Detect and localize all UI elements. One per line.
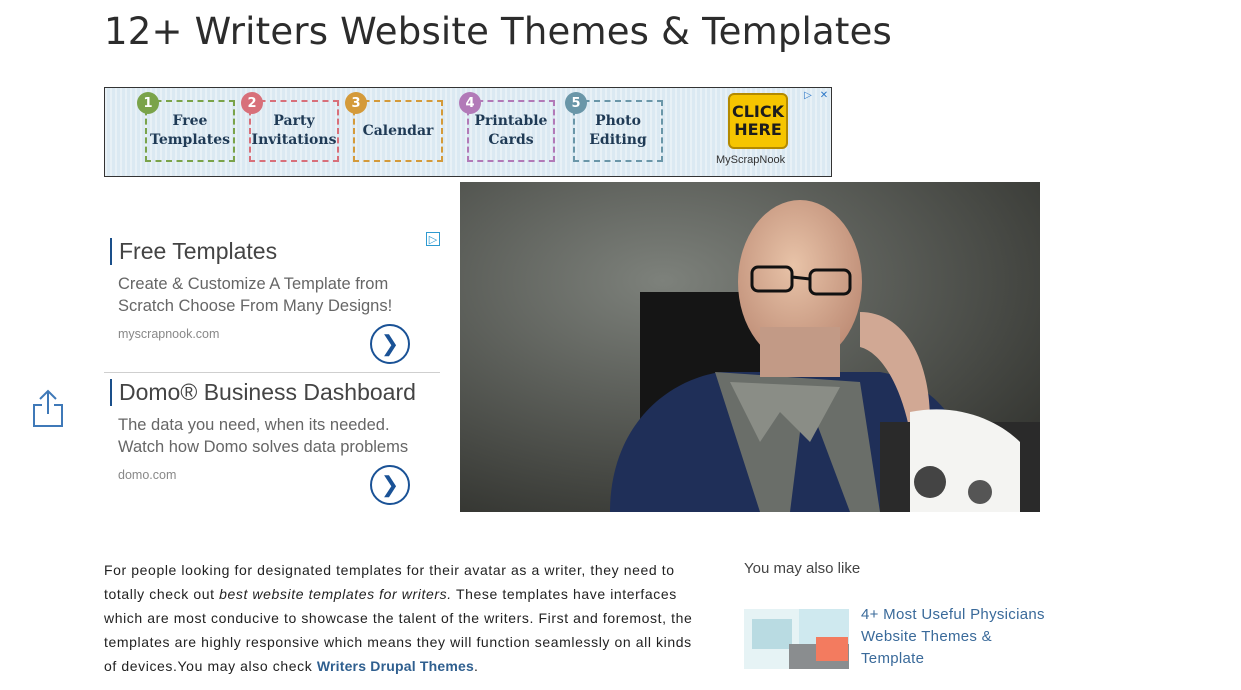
divider — [104, 372, 440, 373]
step-label: Printable — [474, 113, 548, 129]
brand-logo: MyScrapNook — [716, 154, 786, 166]
step-label: Invitations — [251, 132, 337, 148]
close-icon[interactable]: ✕ — [817, 88, 831, 102]
chevron-right-icon[interactable]: ❯ — [370, 324, 410, 364]
step-label: Calendar — [362, 122, 434, 139]
share-icon[interactable] — [30, 388, 66, 428]
ad-description: Create & Customize A Template from Scrat… — [118, 275, 393, 315]
step-number-badge: 2 — [241, 92, 263, 114]
banner-step-3[interactable]: 3 Calendar — [345, 92, 443, 162]
step-label: Photo — [595, 113, 641, 129]
cta-line: HERE — [734, 120, 782, 139]
adchoices-icon[interactable]: ▷ — [801, 88, 815, 102]
step-label: Cards — [488, 132, 534, 148]
ad-title[interactable]: Domo® Business Dashboard — [110, 379, 440, 406]
writer-photo — [460, 182, 1040, 512]
page-title: 12+ Writers Website Themes & Templates — [104, 10, 893, 53]
step-label: Editing — [589, 132, 647, 148]
banner-ad[interactable]: 1 Free Templates 2 Party Invitations 3 Cal… — [104, 87, 832, 177]
ad-description: The data you need, when its needed. Watc… — [118, 416, 409, 456]
banner-step-1[interactable]: 1 Free Templates — [137, 92, 235, 162]
side-ad-2[interactable]: Domo® Business Dashboard The data you ne… — [110, 379, 440, 505]
related-heading: You may also like — [744, 560, 861, 577]
article-paragraph: For people looking for designated templa… — [104, 558, 704, 678]
related-article-link[interactable]: 4+ Most Useful Physicians Website Themes… — [861, 604, 1051, 670]
banner-step-5[interactable]: 5 Photo Editing — [565, 92, 663, 162]
step-number-badge: 5 — [565, 92, 587, 114]
step-number-badge: 4 — [459, 92, 481, 114]
chevron-right-icon[interactable]: ❯ — [370, 465, 410, 505]
writers-drupal-themes-link[interactable]: Writers Drupal Themes — [317, 658, 474, 674]
related-thumbnail[interactable] — [744, 609, 849, 669]
step-label: Free — [172, 113, 208, 129]
click-here-button[interactable]: CLICK HERE — [728, 93, 788, 149]
step-label: Party — [273, 113, 315, 129]
step-number-badge: 1 — [137, 92, 159, 114]
step-label: Templates — [150, 132, 230, 148]
article-text: . — [474, 658, 479, 674]
banner-step-2[interactable]: 2 Party Invitations — [241, 92, 339, 162]
step-number-badge: 3 — [345, 92, 367, 114]
article-emphasis: best website templates for writers. — [219, 586, 452, 602]
side-ad-1[interactable]: Free Templates Create & Customize A Temp… — [110, 238, 440, 364]
cta-line: CLICK — [731, 102, 785, 121]
banner-step-4[interactable]: 4 Printable Cards — [459, 92, 555, 162]
ad-title[interactable]: Free Templates — [110, 238, 440, 265]
